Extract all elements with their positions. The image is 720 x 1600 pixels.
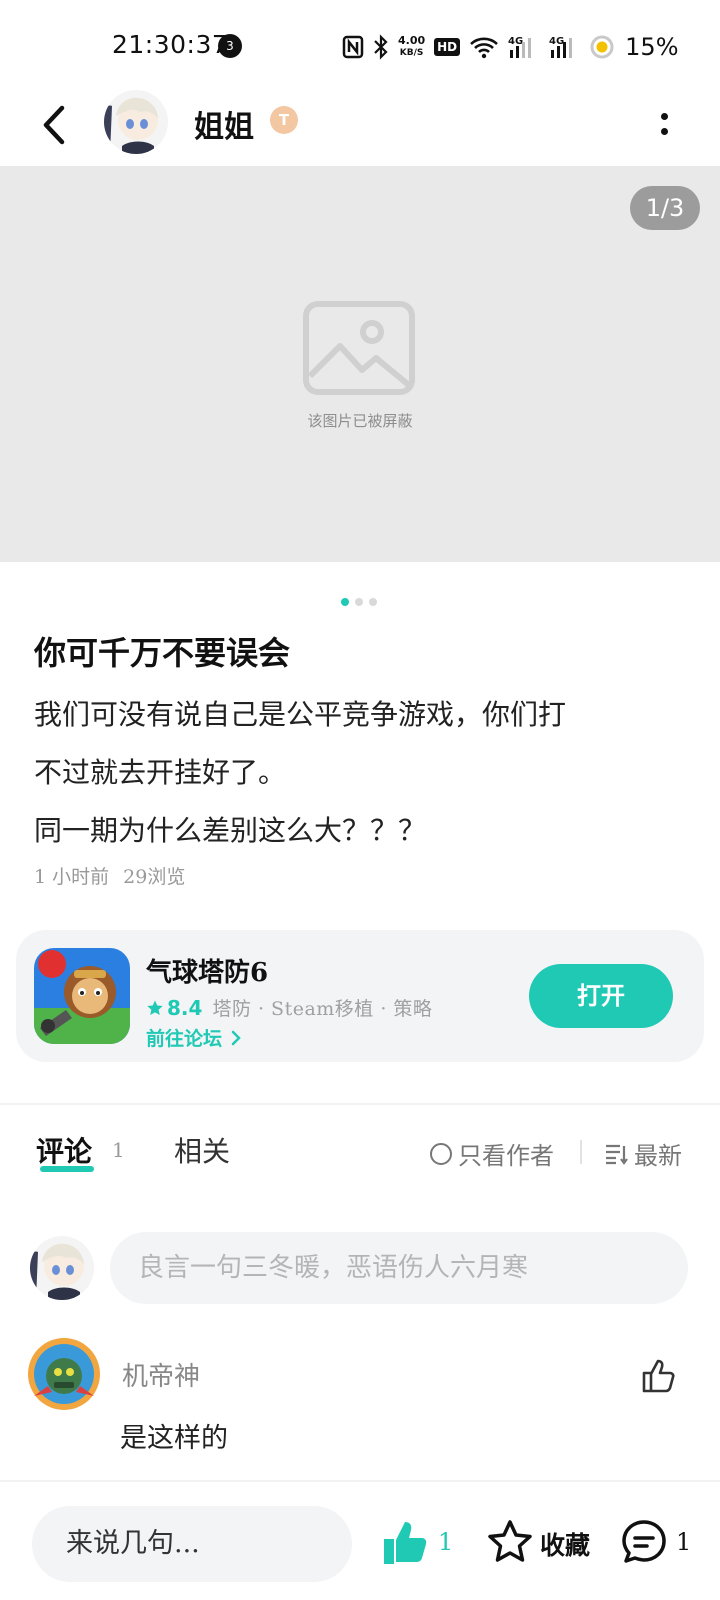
my-avatar [30, 1236, 94, 1300]
like-count: 1 [438, 1528, 454, 1556]
top-nav: 姐姐 T [0, 88, 720, 166]
star-icon [147, 1000, 163, 1015]
page-dot [355, 598, 363, 606]
chevron-right-icon [231, 1030, 241, 1046]
status-icons: 4.00 KB/S HD 4G 4G 15% [342, 30, 679, 64]
anime-avatar-image [30, 1236, 94, 1300]
page-dot-active [341, 598, 349, 606]
network-speed: 4.00 KB/S [398, 35, 425, 59]
forum-link-label: 前往论坛 [146, 1028, 223, 1050]
hd-voice-badge: HD [434, 38, 461, 56]
favorite-label[interactable]: 收藏 [540, 1526, 590, 1562]
star-outline-icon[interactable] [486, 1518, 534, 1566]
bottom-divider [0, 1480, 720, 1482]
post-body: 我们可没有说自己是公平竞争游戏，你们打 不过就去开挂好了。 同一期为什么差别这么… [34, 686, 694, 860]
author-only-toggle[interactable]: 只看作者 [430, 1136, 554, 1171]
commenter-avatar[interactable] [26, 1336, 102, 1412]
post-image-gallery[interactable]: 1/3 该图片已被屏蔽 [0, 166, 720, 562]
bluetooth-icon [374, 34, 388, 60]
tab-related[interactable]: 相关 [174, 1130, 230, 1170]
sort-label: 最新 [634, 1142, 682, 1170]
tab-active-indicator [40, 1166, 94, 1172]
battery-saver-icon [590, 35, 614, 59]
anime-avatar-image [104, 90, 168, 154]
level-badge: T [270, 106, 298, 134]
thumbs-up-filled-icon[interactable] [380, 1518, 430, 1568]
sort-button[interactable]: 最新 [604, 1136, 682, 1171]
sort-icon [606, 1144, 628, 1165]
network-speed-unit: KB/S [399, 48, 424, 58]
author-only-label: 只看作者 [458, 1142, 554, 1170]
section-divider [0, 1103, 720, 1105]
comment-input[interactable]: 良言一句三冬暖，恶语伤人六月寒 [110, 1232, 688, 1304]
filter-separator [580, 1140, 582, 1164]
game-name[interactable]: 气球塔防6 [146, 952, 268, 989]
post-meta: 1 小时前 29浏览 [34, 862, 185, 889]
game-app-icon[interactable] [34, 948, 130, 1044]
battery-level: 15% [625, 33, 679, 61]
post-title: 你可千万不要误会 [34, 634, 291, 672]
post-body-line: 我们可没有说自己是公平竞争游戏，你们打 [34, 698, 567, 731]
author-avatar[interactable] [104, 90, 168, 154]
svg-text:4G: 4G [508, 36, 523, 47]
bottom-comment-input[interactable]: 来说几句... [32, 1506, 352, 1582]
signal-4g-icon: 4G [549, 36, 573, 58]
commenter-avatar-image [28, 1338, 100, 1410]
game-tags: 塔防 · Steam移植 · 策略 [212, 998, 433, 1020]
svg-text:4G: 4G [549, 36, 564, 47]
more-icon[interactable] [654, 106, 674, 142]
game-rating-row: 8.4 塔防 · Steam移植 · 策略 [146, 994, 432, 1021]
signal-4g-icon: 4G [508, 36, 532, 58]
radio-icon [430, 1142, 452, 1165]
open-game-button[interactable]: 打开 [529, 964, 673, 1028]
nfc-icon [342, 35, 364, 59]
game-score-group: 8.4 [146, 996, 202, 1020]
game-card[interactable]: 气球塔防6 8.4 塔防 · Steam移植 · 策略 前往论坛 打开 [16, 930, 704, 1062]
game-score: 8.4 [167, 995, 203, 1020]
post-body-line: 同一期为什么差别这么大？？？ [34, 814, 427, 847]
notification-badge: 3 [218, 34, 242, 58]
image-blocked-text: 该图片已被屏蔽 [307, 412, 413, 430]
status-bar: 21:30:37 3 4.00 KB/S HD 4G 4G 15% [0, 0, 720, 90]
network-speed-value: 4.00 [398, 34, 426, 47]
page-dot [369, 598, 377, 606]
gallery-page-dots [341, 598, 377, 606]
post-body-line: 不过就去开挂好了。 [34, 756, 287, 789]
post-views: 29浏览 [123, 866, 186, 888]
comment-text: 是这样的 [120, 1423, 228, 1454]
tab-comments[interactable]: 评论 [36, 1130, 92, 1170]
status-time: 21:30:37 [112, 30, 229, 59]
page-indicator: 1/3 [630, 186, 700, 230]
comment-bubble-icon[interactable] [620, 1518, 668, 1566]
post-time: 1 小时前 [34, 866, 110, 888]
comment-count: 1 [676, 1528, 692, 1556]
author-name[interactable]: 姐姐 [194, 102, 254, 146]
wifi-icon [470, 37, 499, 59]
comments-count: 1 [112, 1138, 125, 1162]
game-icon-image [34, 948, 130, 1044]
back-icon[interactable] [36, 100, 72, 150]
commenter-name[interactable]: 机帝神 [122, 1356, 200, 1393]
forum-link[interactable]: 前往论坛 [146, 1024, 243, 1051]
image-placeholder-icon [303, 301, 415, 395]
thumbs-up-icon[interactable] [638, 1356, 678, 1396]
